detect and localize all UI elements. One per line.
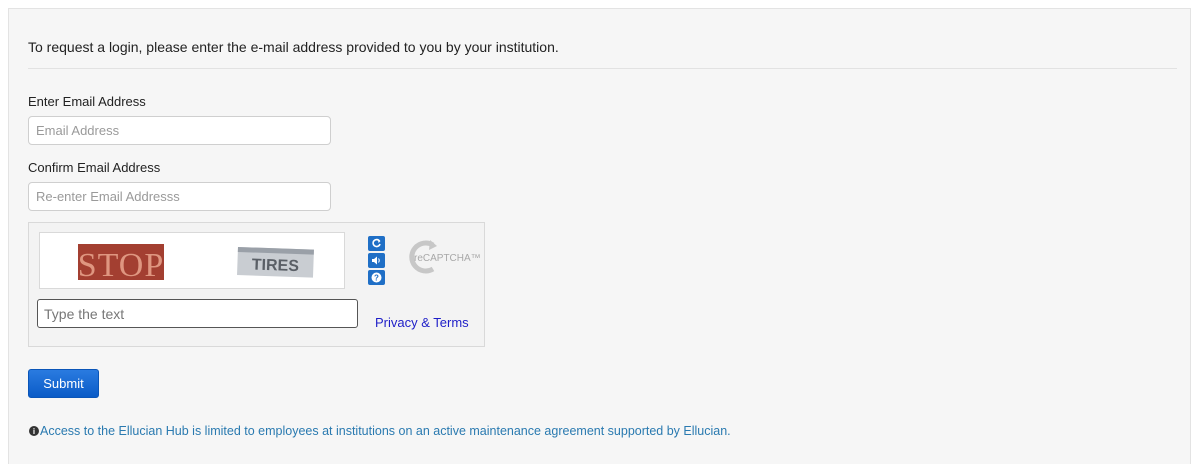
svg-text:?: ? (374, 274, 379, 283)
access-notice: i Access to the Ellucian Hub is limited … (29, 424, 731, 438)
captcha-image: STOP TIRES (39, 232, 345, 289)
submit-button[interactable]: Submit (28, 369, 99, 398)
captcha-controls: ? (368, 236, 385, 287)
audio-captcha-button[interactable] (368, 253, 385, 268)
privacy-terms-link[interactable]: Privacy & Terms (375, 315, 469, 330)
confirm-email-label: Confirm Email Address (28, 160, 161, 175)
confirm-email-input[interactable] (28, 182, 331, 211)
refresh-icon (372, 238, 381, 248)
svg-text:reCAPTCHA™: reCAPTCHA™ (414, 253, 481, 264)
recaptcha-widget: STOP TIRES ? reCAPTCHA™ Type the text Pr… (28, 222, 485, 347)
recaptcha-logo: reCAPTCHA™ (403, 237, 483, 277)
audio-icon (372, 256, 380, 265)
help-icon: ? (371, 272, 382, 283)
divider (28, 68, 1177, 69)
intro-text: To request a login, please enter the e-m… (28, 39, 559, 55)
login-request-panel: To request a login, please enter the e-m… (8, 8, 1191, 464)
email-label: Enter Email Address (28, 94, 146, 109)
access-notice-text: Access to the Ellucian Hub is limited to… (40, 424, 731, 438)
captcha-response-input[interactable] (37, 299, 358, 328)
info-icon: i (29, 426, 39, 436)
captcha-word-1: STOP (78, 247, 165, 284)
help-captcha-button[interactable]: ? (368, 270, 385, 285)
captcha-word-2: TIRES (252, 256, 300, 275)
email-input[interactable] (28, 116, 331, 145)
refresh-captcha-button[interactable] (368, 236, 385, 251)
